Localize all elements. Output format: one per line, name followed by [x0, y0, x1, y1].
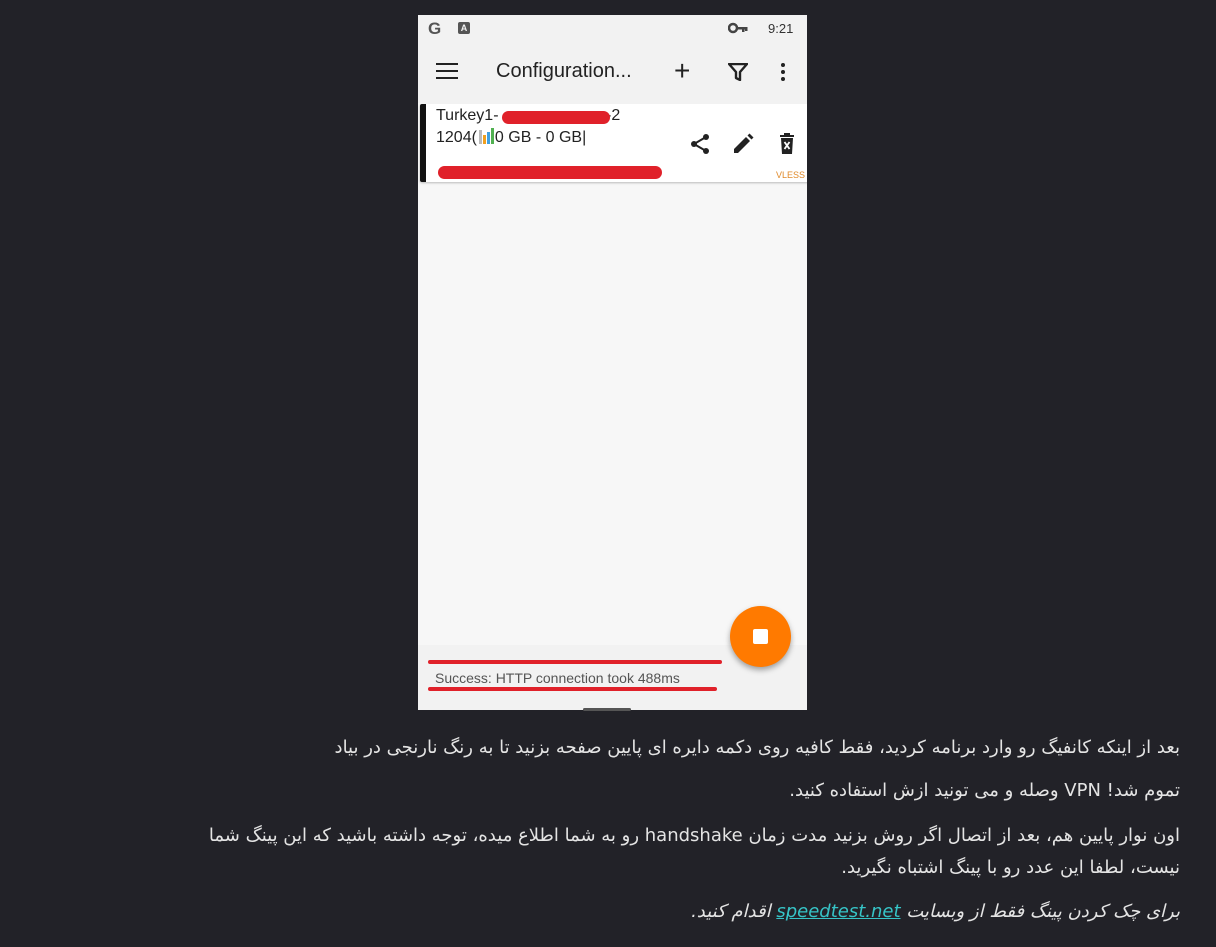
google-icon: G: [428, 19, 442, 38]
article-p4-after: اقدام کنید.: [691, 901, 777, 922]
config-traffic: 0 GB - 0 GB|: [494, 129, 587, 146]
article-paragraph-3: اون نوار پایین هم، بعد از اتصال اگر روش …: [208, 825, 1180, 878]
article-paragraph-1: بعد از اینکه کانفیگ رو وارد برنامه کردید…: [334, 737, 1180, 758]
redaction-mark: [438, 166, 662, 179]
article-paragraph-4: برای چک کردن پینگ فقط از وبسایت speedtes…: [180, 896, 1180, 928]
more-options-icon[interactable]: [780, 63, 786, 83]
speedtest-link[interactable]: speedtest.net: [776, 901, 900, 922]
config-name-prefix: Turkey1-: [436, 107, 499, 124]
article-paragraph-2: تموم شد! VPN وصله و می تونید ازش استفاده…: [789, 780, 1180, 801]
edit-icon[interactable]: [731, 132, 755, 156]
key-icon: [728, 22, 748, 34]
traffic-chart-icon: [477, 128, 495, 144]
stop-icon: [753, 629, 768, 644]
underline-mark: [428, 687, 717, 691]
menu-icon[interactable]: [436, 63, 458, 81]
config-stats: 1204( 0 GB - 0 GB|: [436, 128, 586, 147]
share-icon[interactable]: [688, 132, 712, 156]
filter-icon[interactable]: [728, 63, 748, 81]
notification-a-icon: A: [458, 22, 470, 34]
protocol-badge: VLESS: [775, 170, 805, 180]
add-config-button[interactable]: +: [674, 57, 690, 85]
underline-mark: [428, 660, 722, 664]
delete-icon[interactable]: [775, 132, 799, 156]
home-indicator: [583, 708, 631, 711]
article-p4-before: برای چک کردن پینگ فقط از وبسایت: [900, 901, 1180, 922]
redaction-mark: [502, 111, 610, 124]
connect-toggle-button[interactable]: [730, 606, 791, 667]
connection-status-text: Success: HTTP connection took 488ms: [435, 670, 680, 686]
config-item[interactable]: Turkey1- -2 1204( 0 GB - 0 GB| VLESS: [420, 104, 807, 182]
phone-screenshot: G A 9:21 Configuration... + Turkey1- -2 …: [418, 15, 807, 710]
config-stats-prefix: 1204(: [436, 129, 477, 146]
status-bar: G A 9:21: [418, 15, 807, 43]
clock: 9:21: [768, 21, 794, 36]
config-name: Turkey1- -2: [436, 107, 620, 125]
page-title: Configuration...: [496, 60, 632, 82]
app-toolbar: Configuration... +: [418, 43, 807, 103]
